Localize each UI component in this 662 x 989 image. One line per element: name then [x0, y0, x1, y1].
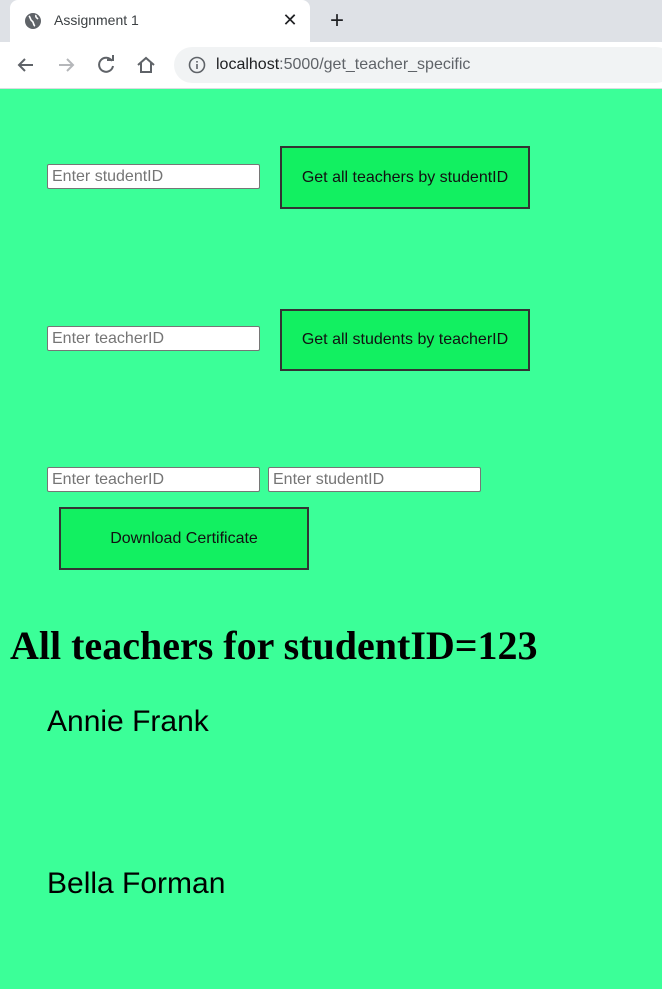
download-certificate-button[interactable]: Download Certificate — [59, 507, 309, 570]
teacher-list-item: Annie Frank — [47, 705, 209, 738]
info-icon[interactable] — [188, 56, 206, 74]
get-teachers-by-student-button[interactable]: Get all teachers by studentID — [280, 146, 530, 209]
browser-tab[interactable]: Assignment 1 ✕ — [10, 0, 310, 42]
get-students-by-teacher-button[interactable]: Get all students by teacherID — [280, 309, 530, 371]
student-id-input[interactable] — [47, 164, 260, 189]
url-text[interactable]: localhost:5000/get_teacher_specific — [216, 56, 470, 74]
result-heading: All teachers for studentID=123 — [10, 623, 538, 668]
address-bar[interactable]: localhost:5000/get_teacher_specific — [174, 47, 662, 83]
globe-icon — [25, 13, 41, 29]
url-path: :5000/get_teacher_specific — [279, 56, 471, 73]
forward-arrow-icon[interactable] — [55, 54, 77, 76]
home-icon[interactable] — [135, 54, 157, 76]
close-tab-icon[interactable]: ✕ — [280, 10, 300, 30]
reload-icon[interactable] — [95, 54, 117, 76]
teacher-id-input[interactable] — [47, 326, 260, 351]
tab-strip: Assignment 1 ✕ + — [0, 0, 662, 42]
browser-chrome: Assignment 1 ✕ + localhost:5000/get_teac… — [0, 0, 662, 89]
back-arrow-icon[interactable] — [15, 54, 37, 76]
url-host: localhost — [216, 56, 280, 73]
new-tab-icon[interactable]: + — [325, 9, 349, 33]
certificate-student-id-input[interactable] — [268, 467, 481, 492]
tab-title: Assignment 1 — [54, 12, 139, 28]
teacher-list-item: Bella Forman — [47, 867, 226, 900]
browser-toolbar: localhost:5000/get_teacher_specific — [0, 42, 662, 89]
certificate-teacher-id-input[interactable] — [47, 467, 260, 492]
